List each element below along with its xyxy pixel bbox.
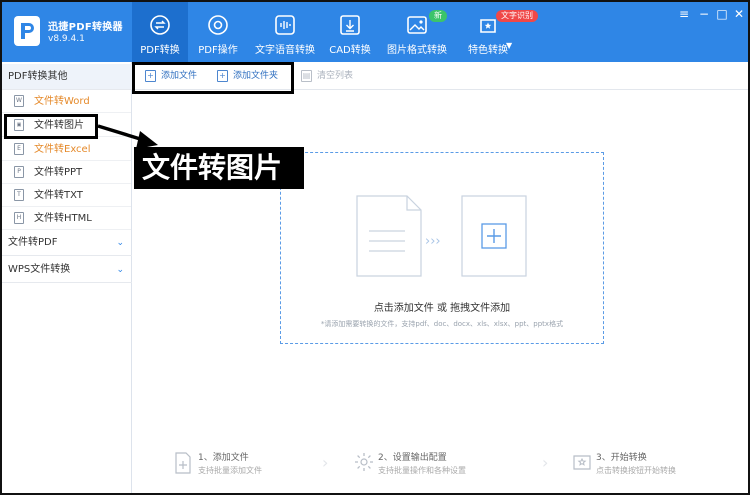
- tab-text-speech[interactable]: 文字语音转换: [254, 2, 316, 62]
- chevron-down-icon[interactable]: ▼: [506, 41, 512, 50]
- tab-pdf-operate[interactable]: PDF操作: [192, 2, 244, 62]
- clear-list-button[interactable]: ▤ 清空列表: [301, 69, 353, 83]
- step-desc: 点击转换按钮开始转换: [596, 466, 676, 475]
- tab-label: 文字语音转换: [255, 45, 315, 56]
- dropzone-subtitle: *请添加需要转换的文件，支持pdf、doc、docx、xls、xlsx、ppt、…: [320, 320, 564, 328]
- chevron-right-icon: ›: [542, 453, 549, 472]
- app-logo: [14, 16, 40, 46]
- file-icon: E: [14, 143, 24, 155]
- annotation-callout: 文件转图片: [134, 147, 304, 189]
- sidebar-item-html[interactable]: H 文件转HTML: [2, 207, 131, 230]
- upload-illustration-icon: ›››: [356, 195, 527, 277]
- chevron-right-icon: ›: [322, 453, 329, 472]
- sidebar-item-txt[interactable]: T 文件转TXT: [2, 184, 131, 207]
- chevron-down-icon: ⌄: [116, 265, 124, 275]
- tab-label: CAD转换: [329, 45, 371, 56]
- step-title: 1、添加文件: [198, 453, 249, 463]
- file-drop-zone[interactable]: ››› 点击添加文件 或 拖拽文件添加 *请添加需要转换的文件，支持pdf、do…: [280, 152, 604, 344]
- sidebar-item-ppt[interactable]: P 文件转PPT: [2, 161, 131, 184]
- sidebar-item-label: 文件转HTML: [34, 213, 92, 224]
- tab-label: PDF转换: [140, 45, 180, 56]
- tab-label: PDF操作: [198, 45, 238, 56]
- maximize-icon[interactable]: □: [714, 6, 730, 22]
- ocr-badge: 文字识别: [496, 10, 538, 22]
- app-name: 迅捷PDF转换器: [48, 22, 123, 33]
- sidebar-item-word[interactable]: W 文件转Word: [2, 90, 131, 113]
- tab-label: 图片格式转换: [387, 45, 447, 56]
- sidebar-group-label: 文件转PDF: [8, 237, 58, 248]
- file-icon: T: [14, 189, 24, 201]
- step-title: 2、设置输出配置: [378, 453, 447, 463]
- sidebar-item-label: 文件转PPT: [34, 167, 83, 178]
- clear-list-label: 清空列表: [317, 71, 354, 81]
- compass-icon: [208, 15, 228, 35]
- svg-text:›››: ›››: [425, 234, 441, 249]
- step-desc: 支持批量操作和各种设置: [378, 466, 466, 475]
- file-icon: P: [14, 166, 24, 178]
- swap-icon: [150, 15, 170, 35]
- step-title: 3、开始转换: [596, 453, 647, 463]
- sidebar-item-label: 文件转Excel: [34, 144, 91, 155]
- app-version: v8.9.4.1: [48, 34, 85, 44]
- trash-icon: ▤: [301, 70, 312, 82]
- file-icon: H: [14, 212, 24, 224]
- add-file-step-icon: [175, 452, 191, 474]
- star-refresh-icon: [573, 455, 591, 470]
- sidebar-highlight-box: [4, 114, 98, 139]
- tab-pdf-convert[interactable]: PDF转换: [132, 2, 188, 62]
- sidebar-group-label: PDF转换其他: [8, 71, 68, 82]
- sidebar-group-pdf-to-other[interactable]: PDF转换其他: [2, 64, 132, 90]
- top-toolbar: 迅捷PDF转换器 v8.9.4.1 PDF转换 PDF操作 文字语音转换 CAD…: [2, 2, 748, 62]
- sidebar-group-label: WPS文件转换: [8, 264, 71, 275]
- action-highlight-box: [132, 62, 294, 94]
- sidebar-item-label: 文件转TXT: [34, 190, 83, 201]
- cad-download-icon: [340, 15, 360, 35]
- dropzone-title: 点击添加文件 或 拖拽文件添加: [373, 303, 511, 314]
- sidebar-group-wps[interactable]: WPS文件转换 ⌄: [2, 257, 132, 283]
- image-icon: [407, 16, 427, 34]
- minimize-icon[interactable]: −: [696, 6, 712, 22]
- menu-icon[interactable]: ≡: [676, 6, 692, 22]
- gear-icon: [355, 453, 373, 471]
- new-badge: 新: [429, 10, 447, 22]
- tab-cad-convert[interactable]: CAD转换: [326, 2, 374, 62]
- audio-wave-icon: [275, 15, 295, 35]
- chevron-down-icon: ⌄: [116, 238, 124, 248]
- close-icon[interactable]: ✕: [731, 6, 747, 22]
- sidebar-item-label: 文件转Word: [34, 96, 90, 107]
- sidebar-group-file-to-pdf[interactable]: 文件转PDF ⌄: [2, 230, 132, 256]
- file-icon: W: [14, 95, 24, 107]
- step-desc: 支持批量添加文件: [198, 466, 262, 475]
- app-window: 迅捷PDF转换器 v8.9.4.1 PDF转换 PDF操作 文字语音转换 CAD…: [0, 0, 750, 495]
